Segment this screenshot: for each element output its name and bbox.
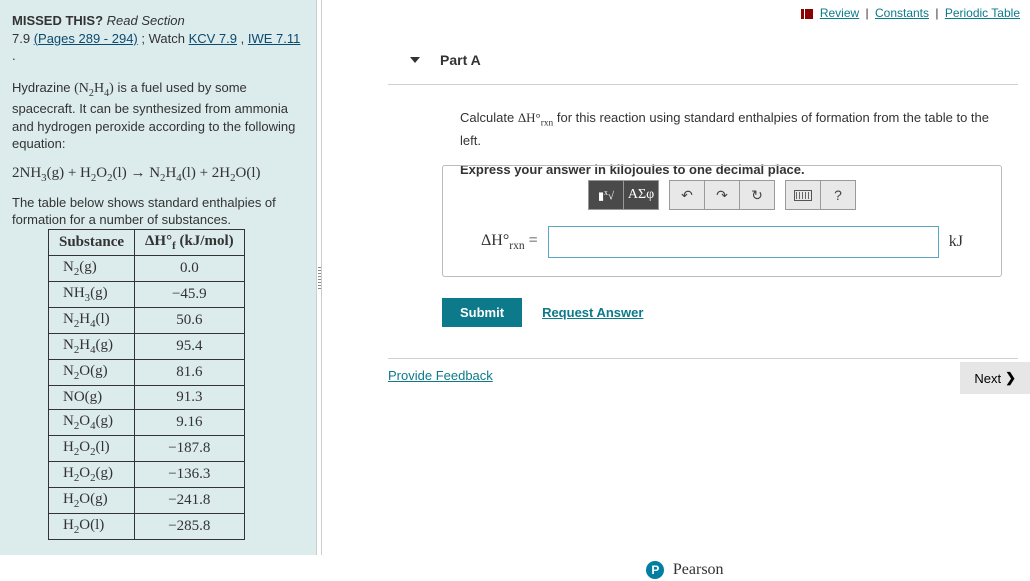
- table-row: H2O2(l)−187.8: [49, 435, 245, 461]
- table-row: H2O(l)−285.8: [49, 513, 245, 539]
- separator: [388, 84, 1018, 85]
- table-row: N2(g)0.0: [49, 255, 245, 281]
- iwe-link[interactable]: IWE 7.11: [248, 31, 301, 46]
- greek-button[interactable]: ΑΣφ: [623, 180, 659, 210]
- submit-button[interactable]: Submit: [442, 298, 522, 327]
- table-row: H2O(g)−241.8: [49, 487, 245, 513]
- submit-row: Submit Request Answer: [442, 298, 643, 327]
- answer-input[interactable]: [548, 226, 939, 258]
- top-links: Review | Constants | Periodic Table: [801, 6, 1020, 20]
- problem-info-sidebar: MISSED THIS? Read Section 7.9 (Pages 289…: [0, 0, 316, 555]
- missed-label: MISSED THIS?: [12, 13, 103, 28]
- problem-intro: Hydrazine (N2H4) is a fuel used by some …: [12, 79, 304, 153]
- next-button[interactable]: Next ❯: [960, 362, 1030, 394]
- table-row: N2O(g)81.6: [49, 359, 245, 385]
- help-button[interactable]: ?: [820, 180, 856, 210]
- kcv-link[interactable]: KCV 7.9: [189, 31, 237, 46]
- table-row: N2H4(g)95.4: [49, 333, 245, 359]
- enthalpy-table: Substance ΔH°f (kJ/mol) N2(g)0.0 NH3(g)−…: [48, 229, 245, 540]
- flag-icon[interactable]: [801, 9, 813, 19]
- reset-button[interactable]: ↻: [739, 180, 775, 210]
- review-link[interactable]: Review: [820, 6, 859, 20]
- footer: P Pearson: [340, 561, 1030, 579]
- separator: [388, 358, 1018, 359]
- part-header[interactable]: Part A: [410, 52, 481, 68]
- equation-toolbar: ▮x√ ΑΣφ ↶ ↷ ↻ ?: [461, 180, 983, 210]
- collapse-icon: [410, 57, 420, 63]
- delta-h-rxn: ΔH°rxn: [518, 110, 553, 125]
- section-number: 7.9: [12, 31, 34, 46]
- table-row: H2O2(g)−136.3: [49, 461, 245, 487]
- redo-button[interactable]: ↷: [704, 180, 740, 210]
- table-intro: The table below shows standard enthalpie…: [12, 194, 304, 229]
- pearson-logo-icon: P: [646, 561, 664, 579]
- request-answer-link[interactable]: Request Answer: [542, 305, 643, 320]
- table-row: N2O4(g)9.16: [49, 409, 245, 435]
- answer-input-row: ΔH°rxn = kJ: [461, 226, 983, 258]
- answer-lhs: ΔH°rxn =: [481, 232, 538, 252]
- hydrazine-formula: (N2H4): [74, 81, 114, 96]
- chemical-equation: 2NH3(g) + H2O2(l) → N2H4(l) + 2H2O(l): [12, 165, 304, 184]
- answer-unit: kJ: [949, 233, 963, 251]
- chevron-right-icon: ❯: [1005, 370, 1016, 386]
- read-section-label: Read Section: [107, 13, 185, 28]
- templates-button[interactable]: ▮x√: [588, 180, 624, 210]
- periodic-table-link[interactable]: Periodic Table: [945, 6, 1020, 20]
- part-title: Part A: [440, 52, 481, 68]
- pages-link[interactable]: (Pages 289 - 294): [34, 31, 138, 46]
- provide-feedback-link[interactable]: Provide Feedback: [388, 368, 493, 383]
- brand-name: Pearson: [673, 561, 724, 578]
- missed-this-section: MISSED THIS? Read Section 7.9 (Pages 289…: [12, 12, 304, 65]
- table-row: N2H4(l)50.6: [49, 307, 245, 333]
- panel-resize-handle[interactable]: [316, 0, 322, 555]
- undo-button[interactable]: ↶: [669, 180, 705, 210]
- question-panel: Review | Constants | Periodic Table Part…: [340, 0, 1030, 555]
- answer-box: ▮x√ ΑΣφ ↶ ↷ ↻ ? ΔH°rxn = kJ: [442, 165, 1002, 277]
- th-deltahf: ΔH°f (kJ/mol): [135, 229, 245, 255]
- keyboard-button[interactable]: [785, 180, 821, 210]
- watch-label: ; Watch: [141, 31, 188, 46]
- keyboard-icon: [794, 190, 812, 201]
- th-substance: Substance: [49, 229, 135, 255]
- table-row: NH3(g)−45.9: [49, 281, 245, 307]
- constants-link[interactable]: Constants: [875, 6, 929, 20]
- table-row: NO(g)91.3: [49, 385, 245, 409]
